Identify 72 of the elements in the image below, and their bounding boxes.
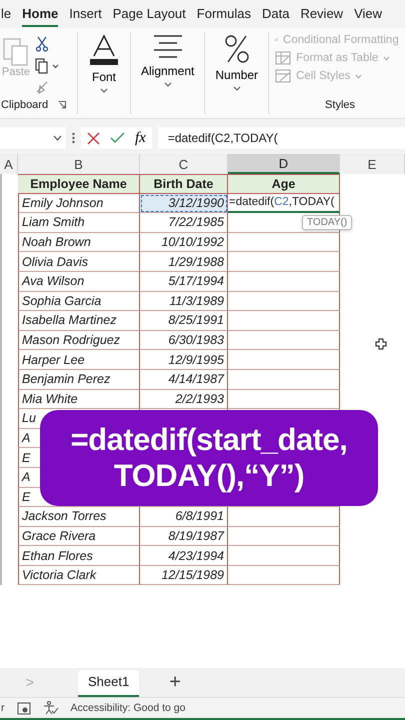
- ribbon-button[interactable]: Alignment: [135, 32, 200, 89]
- header-cell: Age: [228, 174, 340, 194]
- date-cell: 7/22/1985: [140, 213, 228, 233]
- name-cell: Mia White: [18, 390, 140, 410]
- date-cell: 4/23/1994: [140, 546, 228, 566]
- table-grid-icon: [275, 69, 292, 83]
- accessibility-icon[interactable]: [42, 701, 58, 715]
- name-cell: Harper Lee: [18, 350, 140, 370]
- date-cell: 8/19/1987: [140, 526, 228, 546]
- name-cell: Ava Wilson: [18, 272, 140, 292]
- ribbon-tab[interactable]: Insert: [69, 2, 102, 26]
- date-cell: 10/10/1992: [140, 232, 228, 252]
- header-cell: Birth Date: [140, 174, 228, 194]
- ribbon-tab[interactable]: Review: [300, 2, 344, 26]
- group-label: Clipboard: [1, 99, 48, 111]
- scissors-icon[interactable]: [35, 36, 49, 52]
- date-cell: 8/25/1991: [140, 311, 228, 331]
- ribbon-button[interactable]: Font: [82, 32, 126, 95]
- date-cell: 11/3/1989: [140, 292, 228, 312]
- name-cell: Mason Rodriguez: [18, 330, 140, 350]
- date-cell: 1/29/1988: [140, 252, 228, 272]
- name-cell: Noah Brown: [18, 232, 140, 252]
- cancel-icon[interactable]: [87, 132, 100, 144]
- ribbon-tab[interactable]: le: [1, 2, 12, 26]
- font-color-icon: [88, 34, 120, 66]
- function-tooltip: TODAY(): [302, 215, 352, 230]
- name-cell: Sophia Garcia: [18, 292, 140, 312]
- column-header[interactable]: A: [0, 154, 18, 174]
- name-cell: Jackson Torres: [18, 507, 140, 527]
- name-cell: Grace Rivera: [18, 526, 140, 546]
- checkmark-icon[interactable]: [110, 132, 125, 144]
- ribbon-tab[interactable]: View: [354, 2, 382, 26]
- clipboard-icon: [3, 36, 29, 66]
- date-cell: 2/2/1993: [140, 390, 228, 410]
- status-text: r: [1, 702, 4, 714]
- percent-icon: [224, 34, 250, 64]
- copy-icon[interactable]: [35, 58, 59, 74]
- name-cell: Isabella Martinez: [18, 311, 140, 331]
- ribbon-tab[interactable]: Page Layout: [112, 2, 186, 26]
- name-cell: Ethan Flores: [18, 546, 140, 566]
- column-header[interactable]: E: [340, 154, 405, 174]
- group-label: Styles: [325, 99, 356, 111]
- table-grid-icon: [275, 51, 292, 65]
- cursor-icon: [375, 338, 387, 350]
- brush-icon[interactable]: [35, 80, 49, 94]
- more-icon: [72, 132, 75, 144]
- insert-function-button[interactable]: fx: [135, 130, 146, 146]
- name-cell: Liam Smith: [18, 213, 140, 233]
- date-cell: 6/30/1983: [140, 330, 228, 350]
- formula-input[interactable]: =datedif(C2,TODAY(: [158, 127, 405, 149]
- header-cell: Employee Name: [18, 174, 140, 194]
- column-header[interactable]: D: [228, 154, 340, 174]
- date-cell: 12/15/1989: [140, 566, 228, 586]
- sheet-tab[interactable]: Sheet1: [78, 670, 140, 697]
- align-lines-icon: [152, 34, 183, 60]
- date-cell: 3/12/1990: [140, 194, 228, 214]
- add-sheet-button[interactable]: +: [169, 671, 181, 697]
- ribbon-button[interactable]: Number: [209, 32, 264, 93]
- camera-icon[interactable]: [16, 702, 30, 714]
- accessibility-status[interactable]: Accessibility: Good to go: [70, 702, 186, 714]
- date-cell: 12/9/1995: [140, 350, 228, 370]
- name-cell: Benjamin Perez: [18, 370, 140, 390]
- date-cell: 5/17/1994: [140, 272, 228, 292]
- name-cell: Olivia Davis: [18, 252, 140, 272]
- caption-banner: =datedif(start_date, TODAY(),“Y”): [40, 410, 378, 506]
- ribbon-tab[interactable]: Data: [262, 2, 290, 26]
- editing-cell[interactable]: =datedif(C2,TODAY(: [228, 194, 340, 214]
- name-cell: Victoria Clark: [18, 566, 140, 586]
- date-cell: 4/14/1987: [140, 370, 228, 390]
- date-cell: 6/8/1991: [140, 507, 228, 527]
- ribbon-tab[interactable]: Formulas: [196, 2, 251, 26]
- dialog-launcher-icon[interactable]: [58, 101, 66, 109]
